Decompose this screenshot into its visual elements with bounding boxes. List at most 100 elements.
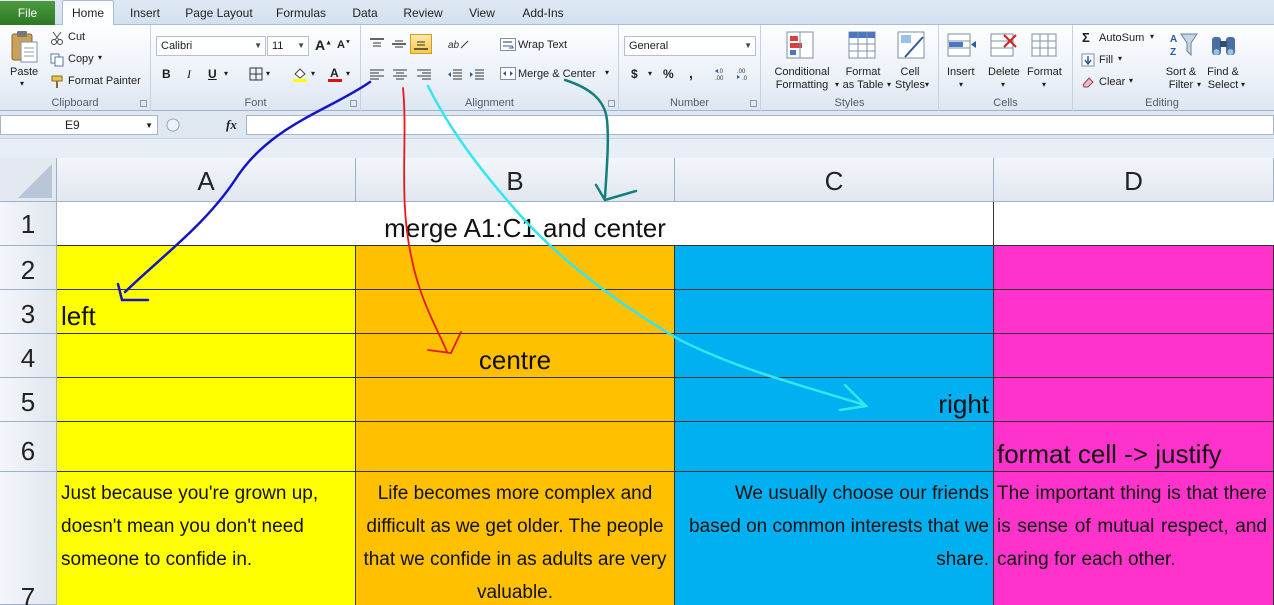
decrease-decimal-icon[interactable]: .00.0	[736, 66, 754, 85]
merge-dropdown-icon[interactable]: ▾	[605, 68, 609, 77]
percent-button[interactable]: %	[663, 67, 674, 81]
alignment-launcher-icon[interactable]	[608, 100, 615, 107]
cell-c4[interactable]	[675, 334, 994, 378]
number-launcher-icon[interactable]	[750, 100, 757, 107]
row-header-4[interactable]: 4	[0, 334, 57, 378]
copy-dropdown-icon[interactable]: ▾	[98, 53, 102, 62]
font-size-combo[interactable]: 11 ▼	[267, 36, 309, 56]
underline-dropdown-icon[interactable]: ▾	[224, 69, 228, 78]
fill-button[interactable]: Fill	[1099, 54, 1113, 66]
comma-button[interactable]: ,	[689, 65, 693, 81]
cell-a1-merged[interactable]: merge A1:C1 and center	[57, 202, 994, 246]
cell-a7[interactable]: Just because you're grown up, doesn't me…	[57, 472, 356, 605]
format-dropdown-icon[interactable]: ▾	[1042, 80, 1046, 89]
insert-cells-button[interactable]: Insert	[947, 66, 975, 78]
tab-data[interactable]: Data	[344, 1, 386, 25]
cell-a2[interactable]	[57, 246, 356, 290]
fx-icon[interactable]: fx	[226, 117, 237, 133]
find-select-button[interactable]: Find & Select	[1201, 66, 1245, 92]
cell-b2[interactable]	[356, 246, 675, 290]
sort-filter-button[interactable]: Sort & Filter	[1161, 66, 1201, 92]
tab-formulas[interactable]: Formulas	[268, 1, 334, 25]
column-header-c[interactable]: C	[675, 158, 994, 202]
paste-dropdown-icon[interactable]: ▾	[20, 79, 24, 88]
cell-d5[interactable]	[994, 378, 1274, 422]
grow-font-icon[interactable]: A▲	[315, 37, 332, 53]
autosum-button[interactable]: AutoSum	[1099, 32, 1144, 44]
cell-b6[interactable]	[356, 422, 675, 472]
tab-file[interactable]: File	[0, 1, 55, 25]
insert-dropdown-icon[interactable]: ▾	[959, 80, 963, 89]
row-header-3[interactable]: 3	[0, 290, 57, 334]
bottom-align-icon[interactable]	[410, 34, 432, 54]
align-left-icon[interactable]	[369, 68, 385, 85]
font-color-dropdown-icon[interactable]: ▾	[346, 69, 350, 78]
borders-icon[interactable]	[249, 67, 263, 84]
name-box[interactable]: E9 ▼	[0, 115, 158, 135]
increase-indent-icon[interactable]	[469, 68, 485, 85]
font-name-combo[interactable]: Calibri ▼	[156, 36, 266, 56]
fill-color-dropdown-icon[interactable]: ▾	[311, 69, 315, 78]
font-color-icon[interactable]: A	[327, 66, 343, 85]
merge-center-button[interactable]: Merge & Center	[518, 68, 596, 80]
cell-b7[interactable]: Life becomes more complex and difficult …	[356, 472, 675, 605]
tab-review[interactable]: Review	[396, 1, 450, 25]
middle-align-icon[interactable]	[391, 37, 407, 54]
cell-d2[interactable]	[994, 246, 1274, 290]
increase-decimal-icon[interactable]: .0.00	[714, 66, 732, 85]
shrink-font-icon[interactable]: A▼	[337, 39, 351, 51]
formula-input[interactable]	[246, 115, 1274, 135]
format-table-dropdown-icon[interactable]: ▾	[887, 80, 891, 89]
cell-d1[interactable]	[994, 202, 1274, 246]
cell-styles-dropdown-icon[interactable]: ▾	[925, 80, 929, 89]
delete-cells-button[interactable]: Delete	[988, 66, 1020, 78]
borders-dropdown-icon[interactable]: ▾	[266, 69, 270, 78]
cell-a6[interactable]	[57, 422, 356, 472]
orientation-icon[interactable]: ab	[447, 37, 471, 54]
cell-b4[interactable]: centre	[356, 334, 675, 378]
tab-insert[interactable]: Insert	[122, 1, 168, 25]
cell-c6[interactable]	[675, 422, 994, 472]
tab-home[interactable]: Home	[62, 0, 114, 26]
cell-d7[interactable]: The important thing is that there is sen…	[994, 472, 1274, 605]
cell-c7[interactable]: We usually choose our friends based on c…	[675, 472, 994, 605]
clipboard-launcher-icon[interactable]	[140, 100, 147, 107]
conditional-formatting-button[interactable]: Conditional Formatting	[767, 66, 837, 92]
row-header-6[interactable]: 6	[0, 422, 57, 472]
number-format-combo[interactable]: General ▼	[624, 36, 756, 56]
clear-button[interactable]: Clear	[1099, 76, 1125, 88]
currency-button[interactable]: $	[631, 67, 638, 81]
tab-add-ins[interactable]: Add-Ins	[514, 1, 572, 25]
fill-color-icon[interactable]	[292, 66, 308, 85]
format-as-table-button[interactable]: Format as Table	[837, 66, 889, 92]
cell-d3[interactable]	[994, 290, 1274, 334]
format-cells-button[interactable]: Format	[1027, 66, 1062, 78]
cell-d6[interactable]: format cell -> justify	[994, 422, 1274, 472]
cell-d4[interactable]	[994, 334, 1274, 378]
top-align-icon[interactable]	[369, 37, 385, 54]
cell-a4[interactable]	[57, 334, 356, 378]
italic-button[interactable]: I	[187, 67, 191, 82]
currency-dropdown-icon[interactable]: ▾	[648, 69, 652, 78]
cell-a3[interactable]: left	[57, 290, 356, 334]
cell-c3[interactable]	[675, 290, 994, 334]
cell-styles-button[interactable]: Cell Styles	[892, 66, 928, 92]
copy-button[interactable]: Copy	[68, 53, 94, 65]
fill-dropdown-icon[interactable]: ▾	[1118, 54, 1122, 63]
tab-view[interactable]: View	[460, 1, 504, 25]
paste-button[interactable]: Paste	[10, 66, 38, 78]
cell-c5[interactable]: right	[675, 378, 994, 422]
font-launcher-icon[interactable]	[350, 100, 357, 107]
select-all-button[interactable]	[0, 158, 57, 202]
clear-dropdown-icon[interactable]: ▾	[1129, 76, 1133, 85]
cell-c2[interactable]	[675, 246, 994, 290]
column-header-a[interactable]: A	[57, 158, 356, 202]
tab-page-layout[interactable]: Page Layout	[178, 1, 260, 25]
row-header-7[interactable]: 7	[0, 472, 57, 605]
cut-button[interactable]: Cut	[68, 31, 85, 43]
cell-b3[interactable]	[356, 290, 675, 334]
row-header-2[interactable]: 2	[0, 246, 57, 290]
cell-a5[interactable]	[57, 378, 356, 422]
column-header-d[interactable]: D	[994, 158, 1274, 202]
resize-handle-icon[interactable]	[162, 117, 184, 133]
